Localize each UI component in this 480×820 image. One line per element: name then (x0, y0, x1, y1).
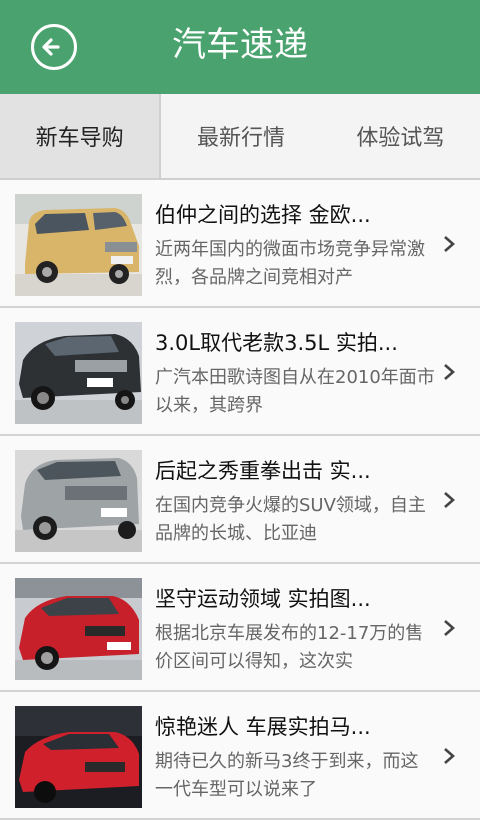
article-thumbnail (15, 194, 142, 296)
article-summary: 根据北京车展发布的12-17万的售价区间可以得知，这次实 (155, 623, 424, 672)
list-item[interactable]: 伯仲之间的选择 金欧... 近两年国内的微面市场竞争异常激烈，各品牌之间竞相对产 (0, 180, 480, 308)
chevron-right-icon (444, 748, 455, 764)
list-item[interactable]: 惊艳迷人 车展实拍马... 期待已久的新马3终于到来，而这一代车型可以说来了 (0, 692, 480, 820)
tab-new-car-guide[interactable]: 新车导购 (0, 94, 162, 178)
list-item[interactable]: 后起之秀重拳出击 实... 在国内竞争火爆的SUV领域，自主品牌的长城、比亚迪 (0, 436, 480, 564)
tab-test-drive[interactable]: 体验试驾 (321, 94, 480, 178)
article-title: 坚守运动领域 实拍图... (155, 587, 371, 611)
article-summary: 广汽本田歌诗图自从在2010年面市以来，其跨界 (155, 367, 435, 416)
article-title: 后起之秀重拳出击 实... (155, 459, 371, 483)
tab-latest-prices[interactable]: 最新行情 (161, 94, 320, 178)
list-item[interactable]: 3.0L取代老款3.5L 实拍... 广汽本田歌诗图自从在2010年面市以来，其… (0, 308, 480, 436)
chevron-right-icon (444, 620, 455, 636)
article-summary: 在国内竞争火爆的SUV领域，自主品牌的长城、比亚迪 (155, 495, 426, 544)
tab-bar: 新车导购 最新行情 体验试驾 (0, 94, 480, 180)
article-summary: 期待已久的新马3终于到来，而这一代车型可以说来了 (155, 751, 419, 800)
article-thumbnail (15, 578, 142, 680)
article-title: 惊艳迷人 车展实拍马... (155, 715, 371, 739)
article-list: 伯仲之间的选择 金欧... 近两年国内的微面市场竞争异常激烈，各品牌之间竞相对产… (0, 180, 480, 820)
article-title: 3.0L取代老款3.5L 实拍... (155, 331, 398, 355)
chevron-right-icon (444, 492, 455, 508)
article-thumbnail (15, 322, 142, 424)
list-item[interactable]: 坚守运动领域 实拍图... 根据北京车展发布的12-17万的售价区间可以得知，这… (0, 564, 480, 692)
chevron-right-icon (444, 236, 455, 252)
chevron-right-icon (444, 364, 455, 380)
article-thumbnail (15, 706, 142, 808)
app-header: 汽车速递 (0, 0, 480, 94)
article-title: 伯仲之间的选择 金欧... (155, 203, 371, 227)
article-thumbnail (15, 450, 142, 552)
page-title: 汽车速递 (172, 25, 308, 65)
article-summary: 近两年国内的微面市场竞争异常激烈，各品牌之间竞相对产 (155, 239, 425, 288)
